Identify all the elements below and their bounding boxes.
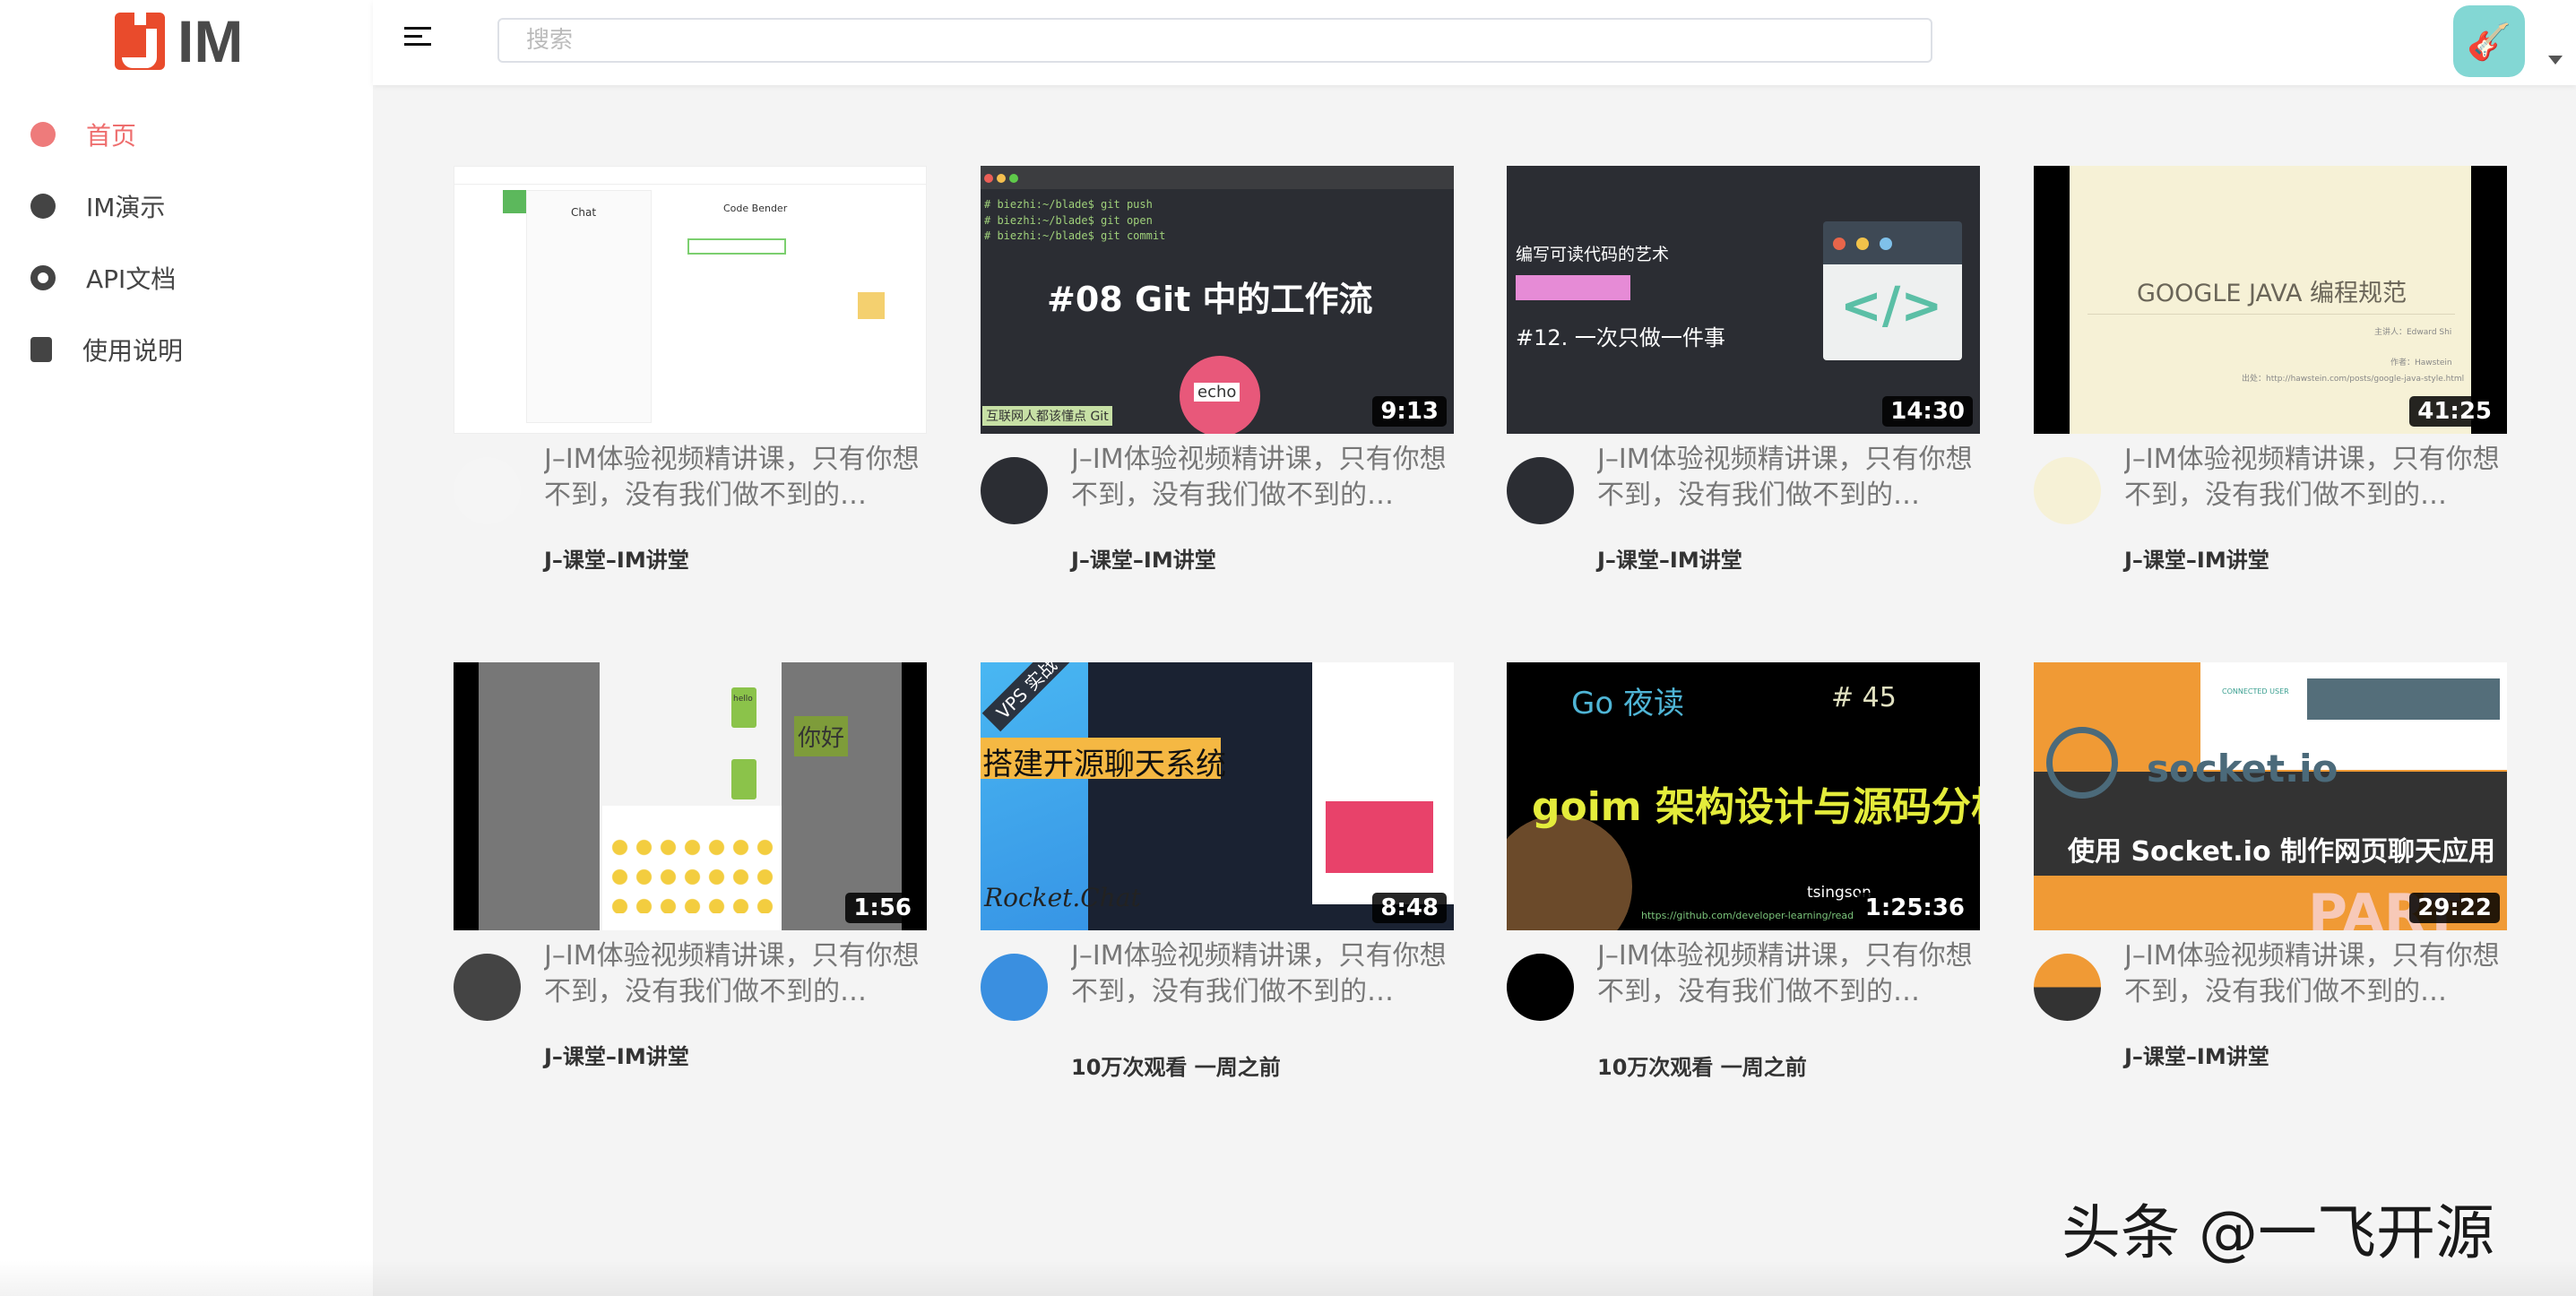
channel-avatar[interactable]: [1507, 457, 1574, 524]
video-title[interactable]: J–IM体验视频精讲课，只有你想不到，没有我们做不到的…: [2124, 938, 2510, 1010]
dashboard-icon: [30, 122, 56, 147]
video-card[interactable]: 编写可读代码的艺术 #12. 一次只做一件事 </> 14:30 J–IM体验视…: [1507, 166, 1980, 573]
video-card[interactable]: hello 你好 1:56 J–IM体验视频精讲课，只有你想不到，没有我们做不到…: [454, 662, 927, 1069]
video-thumbnail[interactable]: CONNECTED USER socket.io 使用 Socket.io 制作…: [2034, 662, 2507, 930]
sidebar-item-api-docs[interactable]: API文档: [0, 242, 373, 314]
logo-mark: [115, 13, 165, 70]
sidebar-item-home[interactable]: 首页: [0, 99, 373, 170]
channel-avatar[interactable]: [2034, 457, 2101, 524]
video-thumbnail[interactable]: Go 夜读 # 45 goim 架构设计与源码分析 tsingson https…: [1507, 662, 1980, 930]
chevron-down-icon[interactable]: [2548, 56, 2563, 65]
bottom-shadow: [0, 1260, 2576, 1296]
video-card[interactable]: # biezhi:~/blade$ git push # biezhi:~/bl…: [981, 166, 1454, 573]
video-thumbnail[interactable]: 编写可读代码的艺术 #12. 一次只做一件事 </>: [1507, 166, 1980, 434]
channel-name[interactable]: J–课堂–IM讲堂: [544, 542, 689, 574]
video-thumbnail[interactable]: # biezhi:~/blade$ git push # biezhi:~/bl…: [981, 166, 1454, 434]
video-thumbnail[interactable]: GOOGLE JAVA 编程规范 主讲人：Edward Shi 作者：Hawst…: [2034, 166, 2507, 434]
sidebar-item-label: 首页: [86, 121, 137, 151]
video-card[interactable]: CONNECTED USER socket.io 使用 Socket.io 制作…: [2034, 662, 2507, 1069]
duration-badge: 41:25: [2409, 396, 2500, 427]
duration-badge: 14:30: [1882, 396, 1973, 427]
video-title[interactable]: J–IM体验视频精讲课，只有你想不到，没有我们做不到的…: [1071, 938, 1457, 1010]
channel-name[interactable]: J–课堂–IM讲堂: [544, 1039, 689, 1070]
duration-badge: 9:13: [1372, 396, 1447, 427]
video-title[interactable]: J–IM体验视频精讲课，只有你想不到，没有我们做不到的…: [1597, 938, 1983, 1010]
user-avatar[interactable]: 🎸: [2453, 5, 2525, 77]
video-title[interactable]: J–IM体验视频精讲课，只有你想不到，没有我们做不到的…: [1071, 442, 1457, 514]
sidebar-item-label: API文档: [86, 264, 177, 294]
video-title[interactable]: J–IM体验视频精讲课，只有你想不到，没有我们做不到的…: [2124, 442, 2510, 514]
logo-text: IM: [177, 8, 244, 74]
channel-name[interactable]: J–课堂–IM讲堂: [1071, 542, 1216, 574]
duration-badge: 1:56: [845, 893, 920, 923]
video-card[interactable]: Chat Code Bender J–IM体验视频精讲课，只有你想不到，没有我们…: [454, 166, 927, 573]
document-edit-icon: [30, 337, 52, 362]
channel-avatar[interactable]: [981, 457, 1048, 524]
sidebar-item-label: IM演示: [86, 193, 166, 222]
menu-toggle-icon[interactable]: [404, 27, 431, 54]
duration-badge: 1:25:36: [1856, 893, 1973, 923]
dashboard-icon: [30, 194, 56, 219]
sidebar-nav: 首页 IM演示 API文档 使用说明: [0, 99, 373, 385]
video-card[interactable]: GOOGLE JAVA 编程规范 主讲人：Edward Shi 作者：Hawst…: [2034, 166, 2507, 573]
channel-name[interactable]: J–课堂–IM讲堂: [2124, 542, 2269, 574]
header: 🎸: [373, 0, 2576, 85]
video-card[interactable]: VPS 实战 搭建开源聊天系统 Rocket.Chat 8:48 J–IM体验视…: [981, 662, 1454, 1080]
duration-badge: 8:48: [1372, 893, 1447, 923]
video-title[interactable]: J–IM体验视频精讲课，只有你想不到，没有我们做不到的…: [1597, 442, 1983, 514]
logo[interactable]: IM: [115, 8, 244, 74]
sidebar-item-usage[interactable]: 使用说明: [0, 314, 373, 385]
view-count: 10万次观看 一周之前: [1597, 1055, 1807, 1080]
channel-avatar[interactable]: [454, 954, 521, 1021]
video-thumbnail[interactable]: VPS 实战 搭建开源聊天系统 Rocket.Chat: [981, 662, 1454, 930]
channel-avatar[interactable]: [1507, 954, 1574, 1021]
video-card[interactable]: Go 夜读 # 45 goim 架构设计与源码分析 tsingson https…: [1507, 662, 1980, 1080]
sidebar-item-label: 使用说明: [82, 336, 184, 366]
sidebar: IM 首页 IM演示 API文档 使用说明: [0, 0, 373, 1296]
search-input[interactable]: [497, 18, 1932, 63]
duration-badge: 29:22: [2409, 893, 2500, 923]
video-title[interactable]: J–IM体验视频精讲课，只有你想不到，没有我们做不到的…: [544, 938, 929, 1010]
channel-avatar[interactable]: [981, 954, 1048, 1021]
video-thumbnail[interactable]: Chat Code Bender: [454, 166, 927, 434]
sidebar-item-im-demo[interactable]: IM演示: [0, 170, 373, 242]
view-count: 10万次观看 一周之前: [1071, 1055, 1281, 1080]
video-title[interactable]: J–IM体验视频精讲课，只有你想不到，没有我们做不到的…: [544, 442, 929, 514]
watermark: 头条 @一飞开源: [2062, 1198, 2494, 1267]
video-thumbnail[interactable]: hello 你好: [454, 662, 927, 930]
lifebuoy-icon: [30, 265, 56, 290]
channel-avatar[interactable]: [454, 457, 521, 524]
channel-name[interactable]: J–课堂–IM讲堂: [2124, 1039, 2269, 1070]
channel-avatar[interactable]: [2034, 954, 2101, 1021]
channel-name[interactable]: J–课堂–IM讲堂: [1597, 542, 1742, 574]
